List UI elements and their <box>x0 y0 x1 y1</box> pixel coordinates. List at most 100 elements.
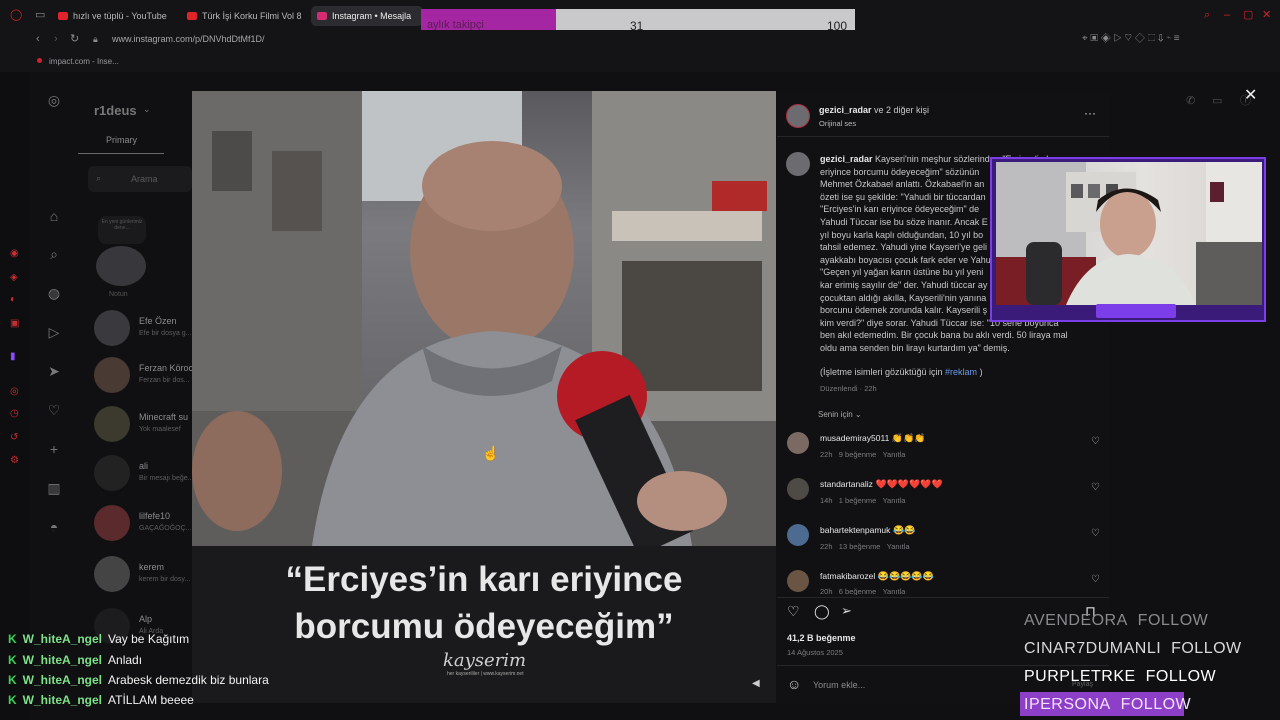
sidebar-app-icon[interactable]: ↺ <box>10 432 22 444</box>
history-icon[interactable]: ◷ <box>10 408 22 420</box>
dm-item[interactable]: Efe Özen Efe bir dosya g... <box>94 310 194 350</box>
bookmark-impact[interactable]: impact.com - Inse... <box>49 57 119 66</box>
share-icon[interactable]: ➢ <box>841 603 852 619</box>
settings-icon[interactable]: ⚙ <box>10 455 22 467</box>
maximize-icon[interactable]: ▢ <box>1243 9 1253 21</box>
dm-item[interactable]: kerem kerem bir dosy... <box>94 556 194 596</box>
twitch-icon[interactable]: ▮ <box>10 351 22 363</box>
ad-note-text: (İşletme isimleri gözüktüğü için <box>820 367 946 377</box>
tab-youtube-2[interactable]: Türk İşi Korku Filmi Vol 8 | <box>187 6 301 26</box>
sidebar-app-icon[interactable]: ◉ <box>10 248 22 260</box>
tab-youtube-1[interactable]: hızlı ve tüplü - YouTube <box>58 6 182 26</box>
comment-time: 14h <box>820 496 833 505</box>
like-icon[interactable]: ♡ <box>787 603 800 620</box>
opera-logo-icon[interactable]: ◯ <box>10 9 22 21</box>
dm-list: Efe Özen Efe bir dosya g... Ferzan Körocl… <box>80 90 195 720</box>
avatar[interactable] <box>787 432 809 454</box>
reply-button[interactable]: Yanıtla <box>883 450 906 459</box>
dm-item[interactable]: Ferzan Körocl Ferzan bir dos... <box>94 357 195 397</box>
like-comment-icon[interactable]: ♡ <box>1091 436 1100 447</box>
more-options-icon[interactable]: ··· <box>1084 106 1096 120</box>
comment-meta: 22h 13 beğenme Yanıtla <box>820 542 910 551</box>
divider <box>777 665 1109 666</box>
phone-icon[interactable]: ✆ <box>1186 95 1195 107</box>
comment-author[interactable]: fatmakibarozel <box>820 571 875 581</box>
like-comment-icon[interactable]: ♡ <box>1091 528 1100 539</box>
comment-likes[interactable]: 9 beğenme <box>839 450 877 459</box>
comment-likes[interactable]: 6 beğenme <box>839 587 877 595</box>
emoji-icon[interactable]: ☺ <box>787 676 801 692</box>
toolbar-icons[interactable]: ⌖ ▣ ◈ ▷ ♡ ◇ ⬚ ⇩ ⌁ ≡ <box>1082 33 1180 45</box>
bookmark-favicon-icon <box>37 58 42 63</box>
instagram-logo-icon[interactable]: ◎ <box>46 92 62 108</box>
sidebar-app-icon[interactable]: ▣ <box>10 318 22 330</box>
comment-likes[interactable]: 1 beğenme <box>839 496 877 505</box>
reload-icon[interactable]: ↻ <box>70 33 79 45</box>
dm-item[interactable]: Minecraft su Yok maalesef <box>94 406 194 446</box>
follow-alert-name: CINAR7DUMANLI <box>1024 640 1162 657</box>
back-icon[interactable]: ‹ <box>36 33 40 45</box>
post-author[interactable]: gezici_radar <box>819 105 872 115</box>
close-modal-icon[interactable]: ✕ <box>1244 85 1257 105</box>
dm-item[interactable]: lilfefe10 GAÇAĞOĞOÇ... <box>94 505 194 545</box>
explore-icon[interactable]: ◍ <box>46 285 62 301</box>
comment-author[interactable]: standartanaliz <box>820 479 873 489</box>
comment-text: 👏👏👏 <box>891 433 926 443</box>
reply-button[interactable]: Yanıtla <box>883 587 906 595</box>
create-icon[interactable]: + <box>46 441 62 457</box>
avatar[interactable] <box>786 104 810 128</box>
avatar <box>94 505 130 541</box>
sidebar-app-icon[interactable]: ◎ <box>10 386 22 398</box>
forward-icon[interactable]: › <box>54 33 58 45</box>
comment: bahartektenpamuk 😂😂 <box>820 524 915 537</box>
search-icon[interactable]: ⌕ <box>46 246 62 262</box>
comment-likes[interactable]: 13 beğenme <box>839 542 881 551</box>
comment-icon[interactable]: ◯ <box>814 603 830 620</box>
home-icon[interactable]: ⌂ <box>46 208 62 224</box>
follow-alert-action: FOLLOW <box>1171 640 1242 657</box>
reply-button[interactable]: Yanıtla <box>887 542 910 551</box>
sidebar-app-icon[interactable]: ◈ <box>10 272 22 284</box>
like-comment-icon[interactable]: ♡ <box>1091 482 1100 493</box>
minimize-icon[interactable]: – <box>1224 9 1230 21</box>
audio-label[interactable]: Orijinal ses <box>819 119 856 128</box>
follow-alert-action: FOLLOW <box>1145 668 1217 685</box>
comment-author[interactable]: musademiray5011 <box>820 433 889 443</box>
profile-icon[interactable]: ◓ <box>46 519 62 535</box>
avatar <box>94 406 130 442</box>
avatar[interactable] <box>787 478 809 500</box>
dm-item[interactable]: ali Bir mesajı beğe... <box>94 455 194 495</box>
youtube-icon <box>58 12 68 20</box>
tab-instagram[interactable]: Instagram • Mesajla <box>311 6 423 26</box>
video-call-icon[interactable]: ▭ <box>1212 95 1222 107</box>
avatar <box>94 357 130 393</box>
messages-icon[interactable]: ➤ <box>46 363 62 379</box>
avatar[interactable] <box>787 570 809 592</box>
comment-input[interactable]: Yorum ekle... <box>813 680 865 690</box>
sort-dropdown[interactable]: Senin için ⌄ <box>818 410 862 419</box>
like-comment-icon[interactable]: ♡ <box>1091 574 1100 585</box>
dashboard-icon[interactable]: ▥ <box>46 480 62 496</box>
post-collaborators[interactable]: ve 2 diğer kişi <box>872 105 929 115</box>
avatar <box>94 310 130 346</box>
likes-count[interactable]: 41,2 B beğenme <box>787 633 856 643</box>
avatar[interactable] <box>786 152 810 176</box>
chat-message: K W_hiteA_ngel Vay be Kağıtım <box>8 632 189 646</box>
url-field[interactable]: www.instagram.com/p/DNVhdDtMf1D/ <box>112 34 265 44</box>
close-window-icon[interactable]: ✕ <box>1262 9 1271 21</box>
reels-icon[interactable]: ▷ <box>46 324 62 340</box>
hashtag-link[interactable]: #reklam <box>945 367 977 377</box>
tab-switcher-icon[interactable]: ▭ <box>35 9 45 21</box>
caption-author[interactable]: gezici_radar <box>820 154 873 164</box>
comment-author[interactable]: bahartektenpamuk <box>820 525 890 535</box>
watermark-sub: her kayserililer | www.kayserim.net <box>447 671 524 677</box>
avatar[interactable] <box>787 524 809 546</box>
reel-video[interactable] <box>192 91 776 546</box>
notifications-icon[interactable]: ♡ <box>46 402 62 418</box>
divider <box>777 597 1109 598</box>
chevron-down-icon: ⌄ <box>854 410 862 419</box>
search-icon[interactable]: ⌕ <box>1204 9 1210 21</box>
mute-icon[interactable]: ◀︎ <box>752 678 760 689</box>
reply-button[interactable]: Yanıtla <box>883 496 906 505</box>
sidebar-app-icon[interactable]: ◐ <box>10 294 22 306</box>
